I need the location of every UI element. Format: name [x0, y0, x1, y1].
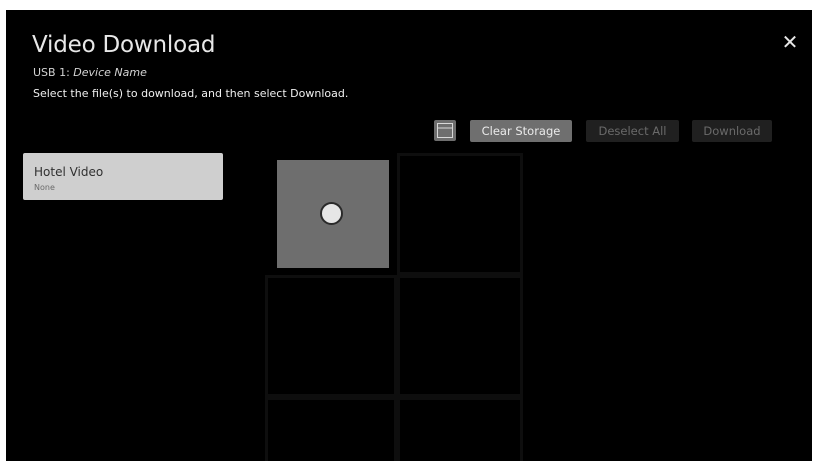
video-download-screen: Video Download USB 1: Device Name Select…: [6, 10, 812, 461]
video-thumbnail-tile[interactable]: [265, 397, 397, 461]
list-item-hotel-video[interactable]: Hotel Video None: [23, 153, 223, 200]
video-thumbnail-tile[interactable]: [397, 153, 523, 275]
device-info: USB 1: Device Name: [33, 66, 147, 79]
video-thumbnail-tile[interactable]: [397, 275, 523, 397]
view-toggle-button[interactable]: [434, 120, 456, 141]
thumbnail-view-icon: [437, 123, 453, 138]
page-title: Video Download: [32, 32, 216, 58]
video-thumbnail-tile[interactable]: [265, 275, 397, 397]
close-icon: ✕: [781, 30, 799, 54]
device-name: Device Name: [73, 66, 147, 79]
video-thumbnail-tile[interactable]: [397, 397, 523, 461]
list-item-subtitle: None: [34, 183, 55, 192]
instruction-text: Select the file(s) to download, and then…: [33, 87, 349, 100]
download-button[interactable]: Download: [692, 120, 772, 142]
clear-storage-button[interactable]: Clear Storage: [470, 120, 572, 142]
video-thumbnail-tile[interactable]: [277, 160, 389, 268]
deselect-all-button[interactable]: Deselect All: [586, 120, 679, 142]
selection-circle-icon: [320, 202, 343, 225]
close-button[interactable]: ✕: [779, 31, 801, 53]
list-item-name: Hotel Video: [34, 165, 104, 179]
device-prefix: USB 1:: [33, 66, 74, 79]
